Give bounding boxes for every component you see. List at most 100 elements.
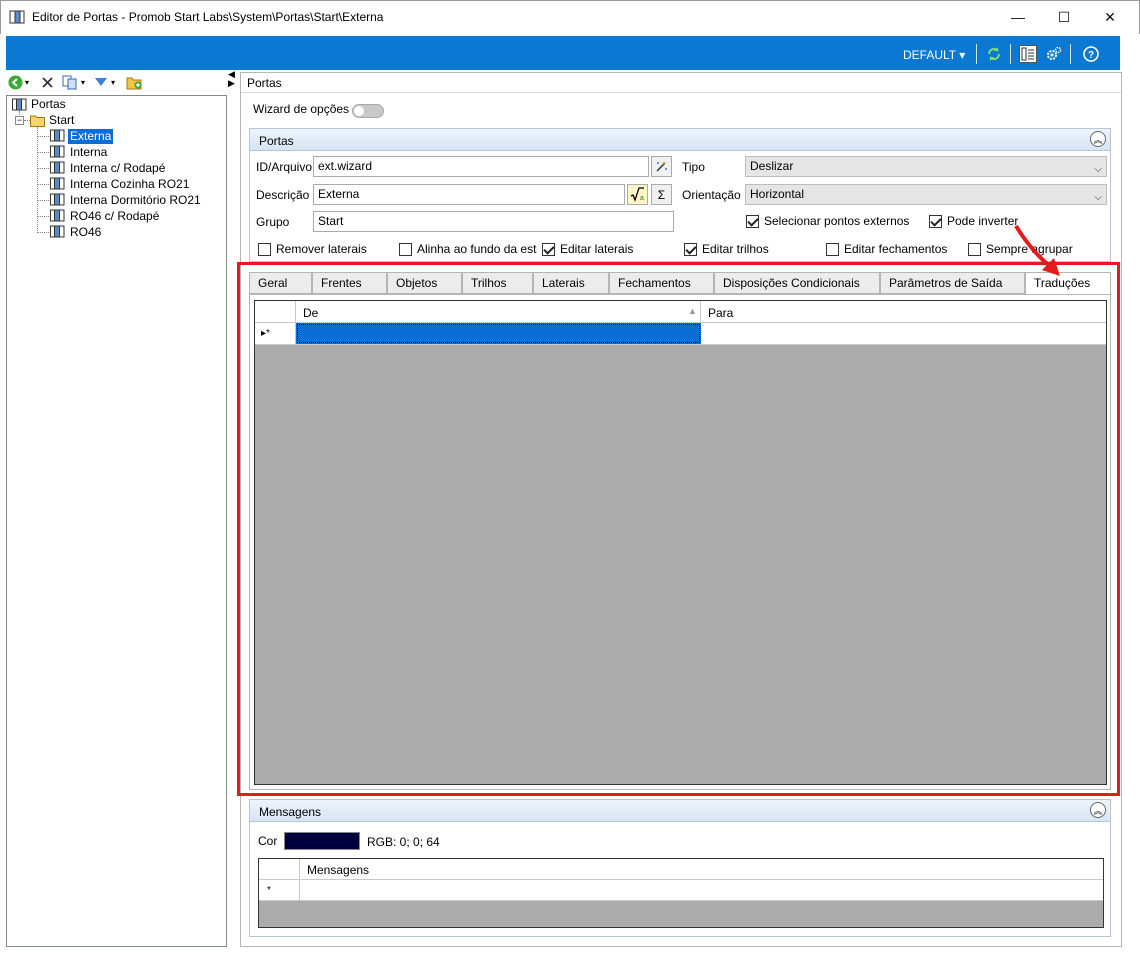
mensagens-grid[interactable]: Mensagens * bbox=[258, 858, 1104, 928]
profile-label: DEFAULT bbox=[903, 48, 956, 62]
collapse-up-icon[interactable]: ︽ bbox=[1090, 802, 1106, 818]
formula-button[interactable]: a bbox=[627, 184, 648, 205]
copy-icon[interactable] bbox=[62, 75, 78, 90]
mensagens-new-row[interactable]: * bbox=[259, 880, 1103, 901]
checkbox-label: Selecionar pontos externos bbox=[764, 214, 910, 228]
door-icon bbox=[50, 161, 65, 174]
browse-file-button[interactable] bbox=[651, 156, 672, 177]
red-arrow-annotation bbox=[1014, 224, 1060, 276]
sqrt-icon: a bbox=[630, 187, 644, 202]
wizard-toggle[interactable] bbox=[352, 104, 384, 118]
tree-toolbar: ▾ ▾ ▾ bbox=[6, 72, 228, 94]
tree-item-interna-cozinha[interactable]: Interna Cozinha RO21 bbox=[70, 177, 189, 192]
door-icon bbox=[50, 129, 65, 142]
tree-root-portas[interactable]: Portas bbox=[31, 97, 66, 112]
checkbox-box[interactable] bbox=[399, 242, 412, 256]
collapse-node-icon[interactable]: − bbox=[15, 116, 24, 125]
move-down-icon[interactable] bbox=[94, 76, 108, 89]
chevron-down-icon: ⌵ bbox=[1094, 164, 1102, 175]
grupo-label: Grupo bbox=[256, 215, 290, 229]
panel-header: Portas bbox=[247, 76, 282, 90]
sum-button[interactable]: Σ bbox=[651, 184, 672, 205]
tipo-select[interactable]: Deslizar ⌵ bbox=[745, 156, 1107, 177]
orientacao-select[interactable]: Horizontal ⌵ bbox=[745, 184, 1107, 205]
copy-dropdown-icon[interactable]: ▾ bbox=[81, 78, 85, 87]
checkbox-label: Editar trilhos bbox=[702, 242, 769, 256]
checkbox-box[interactable] bbox=[746, 214, 759, 228]
checkbox-box[interactable] bbox=[929, 214, 942, 228]
help-icon[interactable]: ? bbox=[1082, 45, 1100, 63]
wizard-label: Wizard de opções bbox=[253, 102, 350, 116]
close-button[interactable]: ✕ bbox=[1087, 1, 1133, 33]
tree-folder-start[interactable]: Start bbox=[49, 113, 74, 128]
main-toolbar: DEFAULT ▾ ? bbox=[6, 36, 1120, 70]
checkbox-selecionar-pontos[interactable]: Selecionar pontos externos bbox=[746, 214, 909, 228]
chevron-down-icon: ▾ bbox=[959, 48, 966, 62]
door-icon bbox=[50, 177, 65, 190]
title-bar: Editor de Portas - Promob Start Labs\Sys… bbox=[0, 0, 1140, 34]
door-icon bbox=[50, 193, 65, 206]
tree-item-ro46-rodape[interactable]: RO46 c/ Rodapé bbox=[70, 209, 159, 224]
door-app-icon bbox=[9, 10, 25, 24]
id-field[interactable]: ext.wizard bbox=[313, 156, 649, 177]
highlight-box bbox=[237, 262, 1120, 796]
orientacao-value: Horizontal bbox=[750, 187, 805, 201]
desc-label: Descrição bbox=[256, 188, 310, 202]
collapse-up-icon[interactable]: ︽ bbox=[1090, 131, 1106, 147]
delete-icon[interactable] bbox=[41, 76, 54, 89]
checkbox-label: Editar laterais bbox=[560, 242, 634, 256]
settings-icon[interactable] bbox=[1045, 45, 1063, 63]
list-view-icon[interactable] bbox=[1019, 45, 1037, 63]
back-dropdown-icon[interactable]: ▾ bbox=[25, 78, 29, 87]
mensagens-grid-header: Mensagens bbox=[259, 859, 1103, 880]
tree-item-ro46[interactable]: RO46 bbox=[70, 225, 101, 240]
maximize-button[interactable]: ☐ bbox=[1041, 1, 1087, 33]
column-mensagens[interactable]: Mensagens bbox=[307, 863, 369, 877]
tree-item-interna[interactable]: Interna bbox=[70, 145, 107, 160]
profile-dropdown[interactable]: DEFAULT ▾ bbox=[903, 48, 965, 62]
move-dropdown-icon[interactable]: ▾ bbox=[111, 78, 115, 87]
portas-group-header: Portas ︽ bbox=[250, 129, 1110, 151]
orientacao-label: Orientação bbox=[682, 188, 741, 202]
wand-icon bbox=[656, 161, 667, 172]
svg-text:?: ? bbox=[1088, 50, 1094, 61]
folder-open-icon bbox=[30, 115, 45, 127]
checkbox-box[interactable] bbox=[684, 242, 697, 256]
door-icon bbox=[50, 225, 65, 238]
id-label: ID/Arquivo bbox=[256, 160, 313, 174]
refresh-icon[interactable] bbox=[985, 45, 1003, 63]
tipo-value: Deslizar bbox=[750, 159, 794, 173]
minimize-button[interactable]: — bbox=[995, 1, 1041, 33]
mensagens-group-header: Mensagens ︽ bbox=[250, 800, 1110, 822]
door-icon bbox=[50, 145, 65, 158]
rgb-value: RGB: 0; 0; 64 bbox=[367, 835, 440, 849]
checkbox-editar-laterais[interactable]: Editar laterais bbox=[542, 242, 633, 256]
checkbox-remover-laterais[interactable]: Remover laterais bbox=[258, 242, 367, 256]
checkbox-box[interactable] bbox=[968, 242, 981, 256]
checkbox-box[interactable] bbox=[826, 242, 839, 256]
checkbox-editar-fechamentos[interactable]: Editar fechamentos bbox=[826, 242, 947, 256]
mensagens-group-title: Mensagens bbox=[259, 805, 322, 819]
portas-group-title: Portas bbox=[259, 134, 294, 148]
checkbox-label: Remover laterais bbox=[276, 242, 367, 256]
tree-item-interna-dormitorio[interactable]: Interna Dormitório RO21 bbox=[70, 193, 201, 208]
add-folder-icon[interactable] bbox=[126, 75, 143, 90]
tipo-label: Tipo bbox=[682, 160, 705, 174]
expand-right-icon[interactable]: ▶ bbox=[228, 79, 238, 88]
desc-field[interactable]: Externa bbox=[313, 184, 625, 205]
checkbox-alinha-fundo[interactable]: Alinha ao fundo da est bbox=[399, 242, 536, 256]
new-row-indicator: * bbox=[267, 885, 271, 896]
checkbox-box[interactable] bbox=[542, 242, 555, 256]
chevron-down-icon: ⌵ bbox=[1094, 192, 1102, 203]
grupo-field[interactable]: Start bbox=[313, 211, 674, 232]
checkbox-box[interactable] bbox=[258, 242, 271, 256]
back-icon[interactable] bbox=[8, 75, 23, 90]
checkbox-editar-trilhos[interactable]: Editar trilhos bbox=[684, 242, 769, 256]
panel-splitter[interactable]: ◀ ▶ bbox=[228, 70, 238, 88]
tree-item-interna-rodape[interactable]: Interna c/ Rodapé bbox=[70, 161, 165, 176]
door-icon bbox=[50, 209, 65, 222]
tree-item-externa[interactable]: Externa bbox=[68, 129, 114, 144]
checkbox-pode-inverter[interactable]: Pode inverter bbox=[929, 214, 1018, 228]
checkbox-label: Editar fechamentos bbox=[844, 242, 948, 256]
color-swatch[interactable] bbox=[284, 832, 360, 850]
